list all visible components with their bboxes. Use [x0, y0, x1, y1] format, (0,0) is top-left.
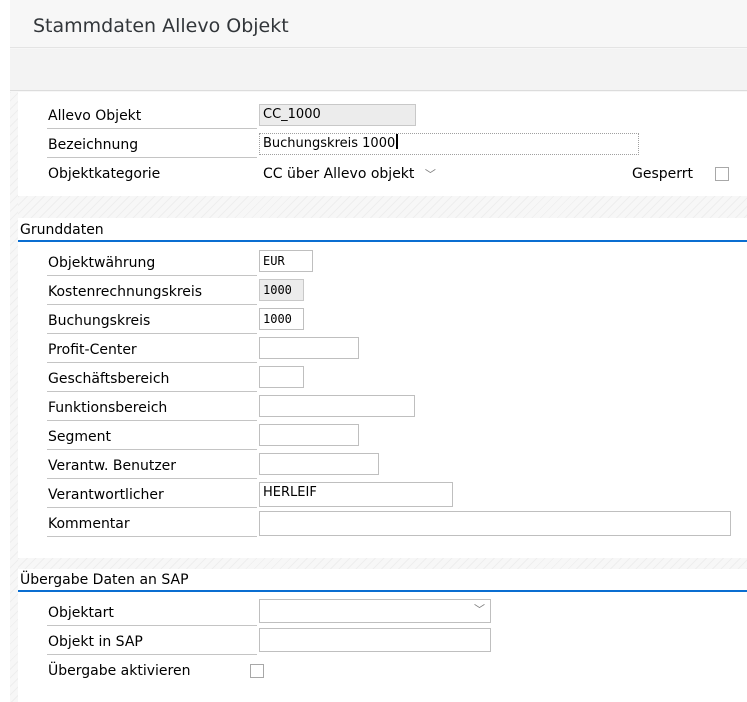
label-underline	[47, 536, 257, 537]
kostenrechnungskreis-field[interactable]: 1000	[259, 279, 304, 301]
page-title: Stammdaten Allevo Objekt	[33, 15, 289, 37]
panel-gap	[10, 92, 18, 702]
verantwortlicher-label: Verantwortlicher	[48, 487, 164, 503]
label-underline	[47, 275, 257, 276]
toolbar	[10, 49, 747, 91]
label-underline	[47, 654, 257, 655]
label-underline	[47, 478, 257, 479]
uebergabe-aktivieren-label: Übergabe aktivieren	[48, 663, 191, 679]
chevron-down-icon: ﹀	[474, 603, 485, 616]
uebergabe-title: Übergabe Daten an SAP	[20, 572, 189, 588]
uebergabe-panel: Übergabe Daten an SAP Objektart ﹀ Objekt…	[18, 569, 747, 702]
grunddaten-title: Grunddaten	[20, 222, 104, 238]
gesperrt-checkbox[interactable]	[715, 167, 729, 181]
verantw-benutzer-field[interactable]	[259, 453, 379, 475]
objektkategorie-value: CC über Allevo objekt	[263, 166, 415, 182]
buchungskreis-label: Buchungskreis	[48, 313, 151, 329]
verantwortlicher-field[interactable]: HERLEIF	[259, 482, 453, 507]
label-underline	[47, 420, 257, 421]
panel-gap	[10, 558, 747, 569]
objektart-select[interactable]: ﹀	[259, 599, 491, 623]
buchungskreis-field[interactable]: 1000	[259, 308, 304, 330]
objektkategorie-select[interactable]: CC über Allevo objekt ﹀	[263, 163, 436, 185]
funktionsbereich-field[interactable]	[259, 395, 415, 417]
label-underline	[47, 304, 257, 305]
segment-field[interactable]	[259, 424, 359, 446]
label-underline	[47, 449, 257, 450]
bezeichnung-label: Bezeichnung	[48, 137, 139, 153]
label-underline	[47, 391, 257, 392]
label-underline	[47, 333, 257, 334]
app-window: Stammdaten Allevo Objekt Allevo Objekt C…	[10, 0, 747, 702]
allevo-objekt-label: Allevo Objekt	[48, 108, 142, 124]
profit-center-label: Profit-Center	[48, 342, 137, 358]
label-underline	[47, 157, 257, 158]
objektwaehrung-label: Objektwährung	[48, 255, 156, 271]
funktionsbereich-label: Funktionsbereich	[48, 400, 168, 416]
gesperrt-label: Gesperrt	[632, 166, 694, 182]
segment-label: Segment	[48, 429, 111, 445]
uebergabe-aktivieren-checkbox[interactable]	[250, 664, 264, 678]
objekt-in-sap-label: Objekt in SAP	[48, 634, 143, 650]
kommentar-field[interactable]	[259, 511, 731, 536]
geschaeftsbereich-field[interactable]	[259, 366, 304, 388]
chevron-down-icon: ﹀	[424, 168, 436, 181]
bezeichnung-value: Buchungskreis 1000	[263, 136, 396, 151]
label-underline	[47, 128, 257, 129]
label-underline	[47, 362, 257, 363]
label-underline	[47, 625, 257, 626]
text-cursor	[396, 134, 399, 149]
label-underline	[47, 507, 257, 508]
grunddaten-panel: Grunddaten Objektwährung EUR Kostenrechn…	[18, 218, 747, 558]
objektart-label: Objektart	[48, 605, 114, 621]
geschaeftsbereich-label: Geschäftsbereich	[48, 371, 170, 387]
objekt-in-sap-field[interactable]	[259, 628, 491, 652]
objektwaehrung-field[interactable]: EUR	[259, 250, 313, 272]
objektkategorie-label: Objektkategorie	[48, 166, 161, 182]
bezeichnung-field[interactable]: Buchungskreis 1000	[259, 133, 639, 155]
header-panel: Allevo Objekt CC_1000 Bezeichnung Buchun…	[18, 92, 747, 196]
panel-gap	[10, 196, 747, 218]
section-divider	[18, 590, 747, 592]
allevo-objekt-field[interactable]: CC_1000	[259, 104, 416, 126]
kostenrechnungskreis-label: Kostenrechnungskreis	[48, 284, 203, 300]
profit-center-field[interactable]	[259, 337, 359, 359]
section-divider	[18, 240, 747, 242]
verantw-benutzer-label: Verantw. Benutzer	[48, 458, 177, 474]
title-bar: Stammdaten Allevo Objekt	[10, 0, 747, 48]
kommentar-label: Kommentar	[48, 516, 130, 532]
